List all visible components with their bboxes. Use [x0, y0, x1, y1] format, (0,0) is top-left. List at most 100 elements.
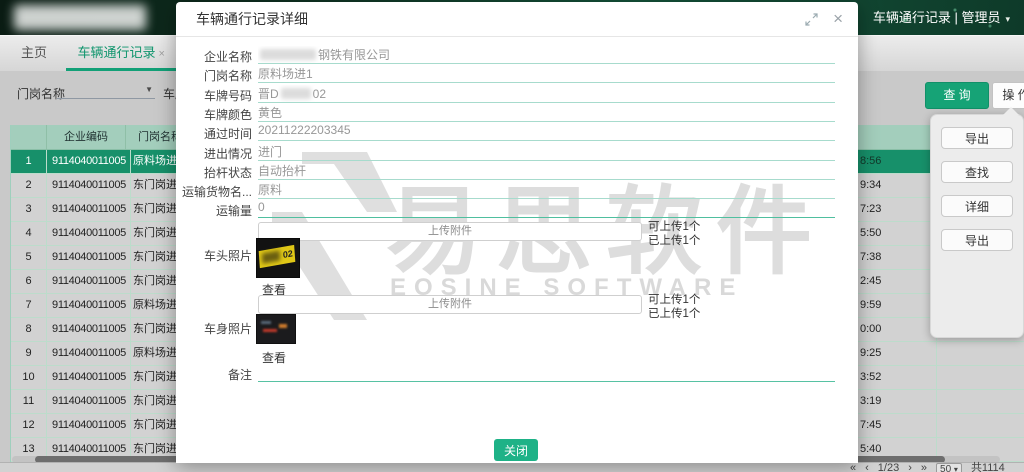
action-menu-item-0[interactable]: 导出: [941, 127, 1013, 149]
form-field-row: 抬杆状态自动抬杆: [176, 162, 858, 179]
field-label: 进出情况: [176, 145, 252, 162]
upload-limit: 可上传1个: [648, 220, 768, 234]
upload-limit-info: 可上传1个 已上传1个: [648, 293, 768, 321]
form-field-row: 车牌颜色黄色: [176, 104, 858, 121]
field-value: 黄色: [258, 104, 835, 122]
body-photo-thumbnail[interactable]: [256, 314, 296, 344]
next-page-button[interactable]: ›: [908, 463, 912, 472]
remark-input[interactable]: [258, 366, 835, 382]
row-index: 4: [11, 222, 47, 245]
row-index: 11: [11, 390, 47, 413]
remark-label: 备注: [176, 366, 252, 383]
last-page-button[interactable]: »: [921, 463, 927, 472]
action-menu-item-1[interactable]: 查找: [941, 161, 1013, 183]
field-label: 抬杆状态: [176, 164, 252, 181]
row-index: 2: [11, 174, 47, 197]
row-company-code: 9114040011005: [47, 414, 131, 437]
row-index: 1: [11, 150, 47, 173]
chevron-down-icon: ▼: [145, 85, 153, 94]
row-pass-time-fragment: 3:52: [860, 366, 881, 389]
row-company-code: 9114040011005: [47, 366, 131, 389]
tab-close-icon[interactable]: ×: [158, 48, 164, 60]
form-field-row: 运输货物名...原料: [176, 181, 858, 198]
header-index: [11, 125, 47, 149]
row-company-code: 9114040011005: [47, 222, 131, 245]
upload-limit: 可上传1个: [648, 293, 768, 307]
row-pass-time-fragment: 9:59: [860, 294, 881, 317]
total-count: 共1114: [971, 463, 1005, 472]
upload-limit-info: 可上传1个 已上传1个: [648, 220, 768, 248]
row-pass-time-fragment: 2:45: [860, 270, 881, 293]
field-value: 原料: [258, 181, 835, 199]
row-index: 8: [11, 318, 47, 341]
gate-name-select[interactable]: ▼: [57, 80, 155, 99]
row-pass-time-fragment: 9:34: [860, 174, 881, 197]
field-label: 运输量: [176, 202, 252, 219]
row-pass-time-fragment: 7:38: [860, 246, 881, 269]
row-pass-time-fragment: 9:25: [860, 342, 881, 365]
prev-page-button[interactable]: ‹: [865, 463, 869, 472]
chevron-down-icon: ▾: [1005, 14, 1010, 24]
redacted-plate-chars: [262, 250, 280, 263]
row-company-code: 9114040011005: [47, 318, 131, 341]
row-company-code: 9114040011005: [47, 342, 131, 365]
field-value: 自动抬杆: [258, 162, 835, 180]
row-index: 7: [11, 294, 47, 317]
field-value: 进门: [258, 143, 835, 161]
row-company-code: 9114040011005: [47, 390, 131, 413]
field-label: 门岗名称: [176, 67, 252, 84]
column-divider: [936, 342, 937, 365]
tab-vehicle-pass-records[interactable]: 车辆通行记录×: [64, 36, 177, 71]
column-divider: [936, 366, 937, 389]
photo-detail: [263, 329, 277, 332]
record-detail-modal: 车辆通行记录详细 × 易思软件 EOSINE SOFTWARE 企业名称钢铁有限…: [176, 2, 858, 463]
field-label: 车牌号码: [176, 87, 252, 104]
row-pass-time-fragment: 7:45: [860, 414, 881, 437]
query-button[interactable]: 查 询: [925, 82, 989, 109]
front-photo-thumbnail[interactable]: 02: [256, 238, 300, 278]
field-value: 钢铁有限公司: [258, 46, 835, 64]
form-field-row: 车牌号码晋D02: [176, 85, 858, 102]
row-index: 6: [11, 270, 47, 293]
row-company-code: 9114040011005: [47, 174, 131, 197]
plate-digits: 02: [283, 248, 294, 260]
row-index: 5: [11, 246, 47, 269]
row-pass-time-fragment: 3:19: [860, 390, 881, 413]
form-field-row: 进出情况进门: [176, 143, 858, 160]
photo-detail: [261, 321, 271, 324]
row-pass-time-fragment: 7:23: [860, 198, 881, 221]
upload-attachment-button[interactable]: 上传附件: [258, 222, 642, 241]
row-company-code: 9114040011005: [47, 246, 131, 269]
page-size-select[interactable]: 50 ▾: [936, 463, 962, 472]
operate-button[interactable]: 操 作: [992, 82, 1024, 109]
field-value: 20211222203345: [258, 123, 835, 141]
row-index: 12: [11, 414, 47, 437]
front-photo-label: 车头照片: [176, 247, 252, 264]
field-label: 通过时间: [176, 125, 252, 142]
page-indicator: 1/23: [878, 463, 899, 472]
tab-label: 车辆通行记录: [77, 45, 155, 60]
first-page-button[interactable]: «: [850, 463, 856, 472]
user-menu[interactable]: 车辆通行记录 | 管理员 ▾: [873, 0, 1010, 35]
field-label: 企业名称: [176, 48, 252, 65]
upload-uploaded: 已上传1个: [648, 234, 768, 248]
field-value: 0: [258, 200, 835, 218]
column-divider: [936, 390, 937, 413]
row-company-code: 9114040011005: [47, 270, 131, 293]
vehicle-pass-record-page: 车辆通行记录 | 管理员 ▾ 主页 车辆通行记录× 门岗名称 ▼ 车牌号码 查 询…: [0, 0, 1024, 472]
row-company-code: 9114040011005: [47, 294, 131, 317]
close-button[interactable]: 关闭: [494, 439, 538, 461]
action-menu-item-3[interactable]: 导出: [941, 229, 1013, 251]
tab-home[interactable]: 主页: [8, 36, 60, 69]
view-body-photo-link[interactable]: 查看: [262, 349, 286, 366]
column-divider: [936, 414, 937, 437]
operate-dropdown-panel: 导出查找详细导出: [930, 114, 1024, 338]
upload-attachment-button[interactable]: 上传附件: [258, 295, 642, 314]
license-plate-image: 02: [259, 245, 296, 268]
field-label: 车牌颜色: [176, 106, 252, 123]
action-menu-item-2[interactable]: 详细: [941, 195, 1013, 217]
page-size-value: 50: [940, 464, 951, 472]
row-index: 10: [11, 366, 47, 389]
header-company-code: 企业编码: [47, 125, 126, 149]
user-menu-label: 车辆通行记录 | 管理员: [873, 10, 1001, 25]
